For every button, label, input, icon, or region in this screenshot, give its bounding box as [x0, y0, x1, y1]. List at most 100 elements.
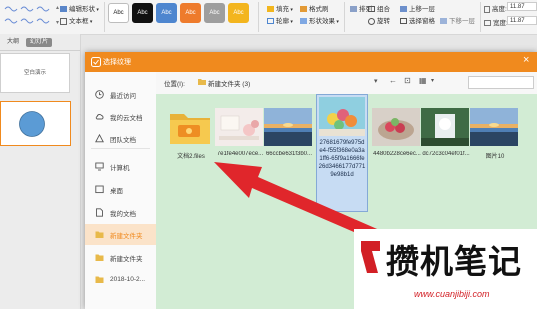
select-pane-icon: [400, 18, 407, 25]
location-value[interactable]: 新建文件夹 (3): [208, 78, 250, 88]
shape-preset-icon: [4, 6, 50, 24]
sidebar-item-label: 我的云文档: [110, 114, 143, 122]
combine-button[interactable]: 组合: [368, 3, 390, 13]
arrange-icon: [350, 6, 357, 13]
folder-icon: [95, 231, 104, 238]
move-down-icon: [440, 18, 447, 25]
edit-shape-icon: [60, 6, 67, 13]
outline-icon: [267, 18, 274, 25]
location-label: 位置(I):: [164, 81, 185, 88]
style-swatch[interactable]: Abc: [180, 3, 201, 23]
location-dropdown[interactable]: ▾: [374, 77, 378, 85]
fill-button[interactable]: 填充 ▾: [267, 3, 293, 13]
style-swatch[interactable]: Abc: [204, 3, 225, 23]
circle-shape: [19, 111, 45, 137]
divider: [91, 148, 150, 149]
up-folder-button[interactable]: ⊡: [404, 76, 411, 85]
sidebar-item-label: 团队文档: [110, 136, 136, 144]
dialog-title: 选择纹理: [103, 59, 131, 66]
view-dropdown[interactable]: ▾: [431, 77, 434, 84]
watermark-logo-icon: [361, 241, 380, 273]
rotate-icon: [368, 17, 375, 25]
effects-icon: [300, 18, 307, 25]
move-up-icon: [400, 6, 407, 13]
dialog-sidebar: 最近访问 我的云文档 团队文档 计算机 桌面 我的文档 新建文件夹 新建文件夹 2018-10-…: [85, 72, 156, 309]
style-swatch[interactable]: Abc: [132, 3, 153, 23]
nav-list: 最近访问 我的云文档 团队文档 计算机 桌面 我的文档 新建文件夹 新建文件夹 2018-10-…: [85, 72, 156, 309]
cloud-icon: [95, 114, 104, 120]
tab-outline[interactable]: 大纲: [4, 38, 22, 47]
slide-thumbnail-2[interactable]: [0, 101, 71, 146]
style-swatch-row: Abc Abc Abc Abc Abc Abc: [106, 0, 256, 30]
move-up-button[interactable]: 上移一层: [400, 3, 435, 13]
document-icon: [96, 208, 103, 217]
style-swatch[interactable]: Abc: [228, 3, 249, 23]
sidebar-item-2[interactable]: 团队文档: [85, 128, 156, 149]
select-pane-button[interactable]: 选择窗格: [400, 15, 435, 25]
computer-icon: [95, 162, 104, 171]
sidebar-item-label: 计算机: [110, 164, 130, 172]
style-swatch[interactable]: Abc: [108, 3, 129, 23]
sidebar-item-7[interactable]: 新建文件夹: [85, 247, 156, 268]
sidebar-item-label: 桌面: [110, 187, 123, 195]
address-bar: 位置(I): 新建文件夹 (3) ▾ ← ⊡ ▦ ▾: [156, 72, 537, 94]
sidebar-item-1[interactable]: 我的云文档: [85, 106, 156, 127]
desktop-icon: [95, 185, 104, 194]
height-input[interactable]: 11.87: [507, 2, 537, 11]
format-painter-button[interactable]: 格式刷: [300, 3, 329, 13]
fill-icon: [267, 6, 274, 13]
shape-effects-button[interactable]: 形状效果 ▾: [300, 15, 339, 25]
sidebar-item-6[interactable]: 新建文件夹: [85, 224, 156, 245]
divider: [258, 2, 259, 32]
back-button[interactable]: ←: [389, 76, 397, 85]
file-item-image[interactable]: 图片10: [470, 108, 520, 160]
move-down-button[interactable]: 下移一层: [440, 15, 475, 25]
text-box-icon: [60, 17, 67, 25]
image-thumbnail: [319, 97, 365, 136]
watermark-text: 攒机笔记: [386, 242, 522, 281]
folder-icon: [95, 276, 104, 283]
tab-slides[interactable]: 幻灯片: [26, 38, 52, 47]
width-input[interactable]: 11.87: [507, 16, 537, 25]
sidebar-item-label: 新建文件夹: [110, 255, 143, 263]
folder-icon: [198, 79, 206, 85]
height-icon: [484, 5, 490, 13]
width-label: 宽度:: [484, 17, 508, 27]
slide-panel: 大纲 幻灯片 空白演示: [0, 34, 81, 309]
edit-shape-button[interactable]: 编辑形状 ▾: [60, 3, 99, 13]
sidebar-item-label: 2018-10-2...: [110, 276, 146, 283]
watermark-url: www.cuanjibiji.com: [414, 289, 490, 299]
team-icon: [95, 134, 104, 143]
group-icon: [368, 6, 375, 13]
sidebar-item-label: 最近访问: [110, 92, 136, 100]
width-icon: [484, 20, 491, 27]
rotate-button[interactable]: 旋转: [368, 15, 390, 25]
divider: [0, 50, 80, 51]
folder-icon: [95, 254, 104, 261]
sidebar-item-0[interactable]: 最近访问: [85, 84, 156, 105]
text-box-button[interactable]: 文本框 ▾: [60, 15, 92, 25]
search-input[interactable]: [468, 76, 534, 89]
sidebar-item-label: 新建文件夹: [110, 232, 143, 240]
shape-gallery[interactable]: [2, 2, 54, 28]
close-button[interactable]: ×: [523, 54, 529, 66]
height-label: 高度:: [484, 3, 507, 13]
style-swatch[interactable]: Abc: [156, 3, 177, 23]
sidebar-item-label: 我的文档: [110, 210, 136, 218]
divider: [104, 2, 105, 32]
outline-button[interactable]: 轮廓 ▾: [267, 15, 293, 25]
file-name: 图片10: [485, 154, 505, 160]
sidebar-item-5[interactable]: 我的文档: [85, 202, 156, 223]
view-button[interactable]: ▦: [419, 76, 427, 85]
brush-icon: [300, 6, 307, 13]
dialog-titlebar: 选择纹理 ×: [85, 52, 537, 72]
sidebar-item-4[interactable]: 桌面: [85, 179, 156, 200]
image-thumbnail: [470, 108, 518, 146]
slide-thumbnail-1[interactable]: 空白演示: [0, 53, 70, 93]
watermark: 攒机笔记 www.cuanjibiji.com: [354, 229, 537, 309]
ribbon-toolbar: 编辑形状 ▾ 文本框 ▾ Abc Abc Abc Abc Abc Abc 填充 ▾ 轮廓 …: [0, 0, 537, 35]
clock-icon: [95, 90, 104, 99]
divider: [344, 2, 345, 32]
sidebar-item-3[interactable]: 计算机: [85, 156, 156, 177]
sidebar-item-8[interactable]: 2018-10-2...: [85, 269, 156, 290]
